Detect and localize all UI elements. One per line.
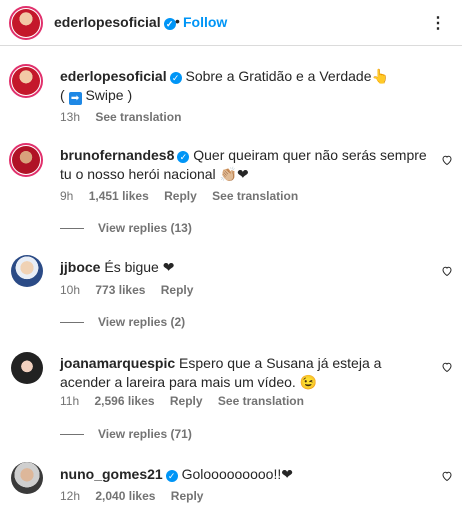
comment-item: brunofernandes8 ✓ Quer queiram quer não s… (0, 138, 462, 238)
comment-text: jjboce És bigue ❤ (60, 258, 430, 277)
caption-text: ederlopesoficial ✓ Sobre a Gratidão e a V… (60, 67, 430, 105)
comment-username[interactable]: brunofernandes8 (60, 147, 174, 163)
comment-time[interactable]: 11h (60, 394, 79, 408)
comment-item: jjboce És bigue ❤ 10h 773 likes Reply Vi… (0, 252, 462, 332)
comment-likes[interactable]: 2,596 likes (94, 394, 154, 408)
more-options-icon[interactable]: ⋮ (430, 13, 447, 33)
header-separator: • (175, 13, 180, 29)
view-replies-button[interactable]: View replies (2) (60, 315, 185, 329)
caption-body: Sobre a Gratidão e a Verdade👆 (185, 68, 389, 84)
verified-badge-icon: ✓ (169, 72, 182, 84)
view-replies-label[interactable]: View replies (71) (98, 427, 192, 441)
heart-outline-icon[interactable] (441, 265, 453, 277)
comment-avatar[interactable] (11, 462, 43, 494)
comment-body: Golooooooooo!!❤ (181, 466, 293, 482)
view-replies-label[interactable]: View replies (13) (98, 221, 192, 235)
heart-outline-icon[interactable] (441, 154, 453, 166)
heart-outline-icon[interactable] (441, 361, 453, 373)
replies-divider (60, 434, 84, 436)
comment-item: nuno_gomes21 ✓ Golooooooooo!!❤ 12h 2,040 … (0, 460, 462, 519)
view-replies-label[interactable]: View replies (2) (98, 315, 185, 329)
comment-meta: 11h 2,596 likes Reply See translation (60, 394, 316, 408)
header-avatar[interactable] (9, 6, 43, 40)
comment-username[interactable]: joanamarquespic (60, 355, 175, 371)
see-translation-button[interactable]: See translation (95, 110, 181, 124)
comment-text: joanamarquespic Espero que a Susana já e… (60, 354, 432, 392)
comment-time[interactable]: 12h (60, 489, 80, 503)
reply-button[interactable]: Reply (171, 489, 204, 503)
see-translation-button[interactable]: See translation (218, 394, 304, 408)
header-username[interactable]: ederlopesoficial ✓ (54, 14, 176, 30)
comment-meta: 9h 1,451 likes Reply See translation (60, 189, 310, 203)
comment-username[interactable]: jjboce (60, 259, 100, 275)
comment-meta: 10h 773 likes Reply (60, 283, 205, 297)
comment-item: joanamarquespic Espero que a Susana já e… (0, 347, 462, 447)
replies-divider (60, 228, 84, 230)
comment-text: brunofernandes8 ✓ Quer queiram quer não s… (60, 146, 432, 184)
verified-badge-icon: ✓ (163, 18, 176, 30)
comment-likes[interactable]: 773 likes (95, 283, 145, 297)
caption-line2-pre: ( (60, 87, 65, 103)
reply-button[interactable]: Reply (164, 189, 197, 203)
comment-body: És bigue ❤ (104, 259, 175, 275)
comment-avatar[interactable] (9, 143, 43, 177)
caption-avatar[interactable] (9, 64, 43, 98)
comment-likes[interactable]: 1,451 likes (89, 189, 149, 203)
verified-badge-icon: ✓ (165, 470, 178, 482)
caption: ederlopesoficial ✓ Sobre a Gratidão e a V… (0, 58, 462, 128)
heart-outline-icon[interactable] (441, 470, 453, 482)
comment-text: nuno_gomes21 ✓ Golooooooooo!!❤ (60, 465, 430, 484)
view-replies-button[interactable]: View replies (71) (60, 427, 192, 441)
verified-badge-icon: ✓ (177, 151, 190, 163)
comment-time[interactable]: 10h (60, 283, 80, 297)
see-translation-button[interactable]: See translation (212, 189, 298, 203)
view-replies-button[interactable]: View replies (13) (60, 221, 192, 235)
replies-divider (60, 322, 84, 324)
comment-username[interactable]: nuno_gomes21 (60, 466, 163, 482)
comment-avatar[interactable] (11, 352, 43, 384)
comment-likes[interactable]: 2,040 likes (95, 489, 155, 503)
post-header: ederlopesoficial ✓ • Follow ⋮ (0, 0, 462, 46)
right-arrow-icon: ➡ (68, 92, 82, 105)
comment-avatar[interactable] (11, 255, 43, 287)
header-username-text[interactable]: ederlopesoficial (54, 14, 161, 30)
caption-line2-post: Swipe ) (85, 87, 133, 103)
comment-time[interactable]: 9h (60, 189, 73, 203)
caption-meta: 13h See translation (60, 110, 193, 124)
reply-button[interactable]: Reply (170, 394, 203, 408)
comment-meta: 12h 2,040 likes Reply (60, 489, 215, 503)
reply-button[interactable]: Reply (161, 283, 194, 297)
caption-time[interactable]: 13h (60, 110, 80, 124)
follow-button[interactable]: Follow (183, 14, 227, 30)
caption-username[interactable]: ederlopesoficial (60, 68, 167, 84)
